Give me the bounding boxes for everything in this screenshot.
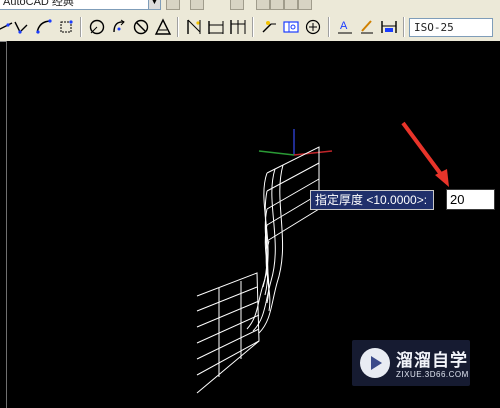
aligned-dim-icon[interactable]: [184, 17, 204, 37]
watermark-url: ZIXUE.3D66.COM: [396, 370, 469, 379]
watermark-brand: 溜溜自学: [396, 351, 468, 370]
polyline-icon[interactable]: [12, 17, 32, 37]
ucs-y-axis: [258, 150, 295, 156]
workspace-combo[interactable]: AutoCAD 经典: [0, 0, 160, 10]
toolbar-separator: [328, 17, 330, 37]
dim-style-combo[interactable]: ISO-25: [409, 18, 493, 37]
triangle-icon[interactable]: [153, 17, 173, 37]
redo-arc-icon[interactable]: [109, 17, 129, 37]
toolbar-separator: [252, 17, 254, 37]
toolbar-separator: [177, 17, 179, 37]
color-swatch-icon[interactable]: [298, 0, 312, 10]
calculator-icon[interactable]: [166, 0, 180, 10]
dim-edit-icon[interactable]: A: [335, 17, 355, 37]
dynamic-input-prompt: 指定厚度 <10.0000>:: [310, 190, 435, 210]
red-arrow-annotation: [401, 121, 449, 187]
arc-icon[interactable]: [34, 17, 54, 37]
toolbar-row-top: AutoCAD 经典 ▼: [0, 0, 500, 12]
center-mark-icon[interactable]: [303, 17, 323, 37]
bulb-icon[interactable]: [256, 0, 270, 10]
no-entry-icon[interactable]: [131, 17, 151, 37]
dim-update-icon[interactable]: [379, 17, 399, 37]
ruled-surface-wireframe: [196, 146, 320, 394]
sun-icon[interactable]: [270, 0, 284, 10]
tolerance-icon[interactable]: [281, 17, 301, 37]
layer-icon[interactable]: [230, 0, 244, 10]
circle-icon[interactable]: [87, 17, 107, 37]
leader-icon[interactable]: [259, 17, 279, 37]
svg-text:A: A: [340, 20, 348, 32]
region-icon[interactable]: [56, 17, 76, 37]
dim-text-edit-icon[interactable]: [357, 17, 377, 37]
screen-icon[interactable]: [190, 0, 204, 10]
toolbar-separator: [80, 17, 82, 37]
ucs-x-axis: [293, 150, 333, 156]
play-logo-icon: [360, 348, 390, 378]
lock-icon[interactable]: [284, 0, 298, 10]
toolbar-separator: [403, 17, 405, 37]
toolbar-area: AutoCAD 经典 ▼ A ISO-25: [0, 0, 500, 42]
continue-dim-icon[interactable]: [228, 17, 248, 37]
chevron-down-icon[interactable]: ▼: [148, 0, 161, 10]
watermark: 溜溜自学 ZIXUE.3D66.COM: [352, 340, 470, 386]
thickness-input[interactable]: 20: [446, 189, 495, 210]
baseline-dim-icon[interactable]: [206, 17, 226, 37]
